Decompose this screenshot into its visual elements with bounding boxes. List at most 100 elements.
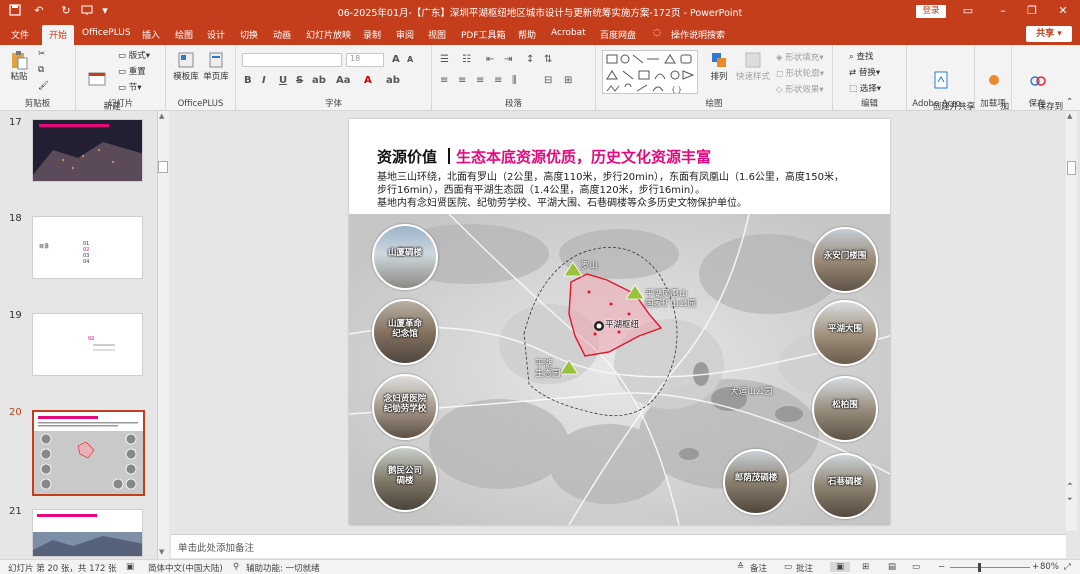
font-color-icon[interactable]: A <box>364 75 372 86</box>
slide-thumbnail-21[interactable] <box>32 509 143 557</box>
previous-slide-icon[interactable]: ⏶ <box>1067 480 1073 489</box>
scroll-up-icon[interactable]: ▲ <box>1067 112 1072 120</box>
text-direction-icon[interactable]: ⇅ <box>544 54 552 65</box>
scrollbar-thumb[interactable] <box>1067 161 1076 175</box>
line-spacing-icon[interactable]: ↕ <box>526 54 534 65</box>
arrange-button[interactable]: 排列 <box>704 50 734 82</box>
align-left-icon[interactable]: ≡ <box>440 75 448 86</box>
normal-view-icon[interactable]: ▣ <box>830 562 851 572</box>
photo-circle-shanxia-tower[interactable]: 山厦碉楼 <box>372 224 438 290</box>
shrink-font-icon[interactable]: A <box>407 55 413 64</box>
copy-icon[interactable]: ⧉ <box>38 65 44 75</box>
notes-pane[interactable]: 单击此处添加备注 <box>171 534 1066 558</box>
body-line-2[interactable]: 步行16min），西面有平湖生态园（1.4公里，高度120米，步行16min）。 <box>377 184 705 197</box>
collapse-ribbon-icon[interactable]: ⌃ <box>1066 97 1073 107</box>
bold-icon[interactable]: B <box>244 75 252 86</box>
thumbnail-scrollbar[interactable]: ▲ ▼ <box>158 111 169 559</box>
redo-icon[interactable]: ↻ <box>59 4 73 18</box>
present-icon[interactable] <box>80 4 94 18</box>
slide-subtitle[interactable]: 生态本底资源优质，历史文化资源丰富 <box>456 146 711 167</box>
tab-animations[interactable]: 动画 <box>273 28 291 41</box>
tab-pdf-toolbox[interactable]: PDF工具箱 <box>461 28 506 41</box>
slide[interactable]: 资源价值 生态本底资源优质，历史文化资源丰富 基地三山环绕，北面有罗山（2公里，… <box>349 119 890 525</box>
shape-outline-button[interactable]: ◻ 形状轮廓▾ <box>776 67 824 79</box>
quick-styles-button[interactable]: 快速样式 <box>734 50 772 82</box>
tab-slideshow[interactable]: 幻灯片放映 <box>306 28 351 41</box>
zoom-in-icon[interactable]: + <box>1032 562 1039 572</box>
tab-baidu-netdisk[interactable]: 百度网盘 <box>600 28 636 41</box>
align-text-icon[interactable]: ⊟ <box>544 75 552 86</box>
slide-title[interactable]: 资源价值 <box>377 146 437 167</box>
highlight-icon[interactable]: ab <box>386 75 400 86</box>
photo-circle-company-tower[interactable]: 鹅民公司 碉楼 <box>372 446 438 512</box>
slideshow-icon[interactable]: ▭ <box>912 562 920 572</box>
body-line-3[interactable]: 基地内有念妇贤医院、纪劬劳学校、平湖大围、石巷碉楼等众多历史文物保护单位。 <box>377 197 747 210</box>
zoom-level[interactable]: 80% <box>1040 562 1059 572</box>
tab-design[interactable]: 设计 <box>207 28 225 41</box>
scroll-up-icon[interactable]: ▲ <box>159 112 164 120</box>
zoom-slider-thumb[interactable] <box>978 563 981 572</box>
tab-record[interactable]: 录制 <box>363 28 381 41</box>
change-case-icon[interactable]: Aa <box>336 75 351 86</box>
slide-thumbnail-19[interactable]: 02 <box>32 313 143 376</box>
reset-button[interactable]: ▭ 重置 <box>118 65 146 77</box>
strikethrough-icon[interactable]: S <box>296 75 303 86</box>
comments-icon[interactable]: ▭ <box>784 562 792 572</box>
replace-button[interactable]: ⇄ 替换▾ <box>849 66 880 78</box>
template-library-button[interactable]: 模板库 <box>172 50 200 82</box>
customize-quick-access-icon[interactable]: ▾ <box>98 4 112 18</box>
font-name-input[interactable] <box>242 53 342 67</box>
next-slide-icon[interactable]: ⏷ <box>1067 495 1073 504</box>
bullets-icon[interactable]: ☰ <box>440 54 449 65</box>
comments-button[interactable]: 批注 <box>796 562 813 574</box>
undo-icon[interactable]: ↶ <box>32 4 46 18</box>
tab-insert[interactable]: 插入 <box>142 28 160 41</box>
select-button[interactable]: ⬚ 选择▾ <box>849 82 881 94</box>
minimize-icon[interactable]: – <box>995 3 1011 19</box>
char-spacing-icon[interactable]: ab <box>312 75 326 86</box>
smartart-icon[interactable]: ⊞ <box>564 75 572 86</box>
zoom-out-icon[interactable]: − <box>938 562 945 572</box>
justify-icon[interactable]: ≡ <box>494 75 502 86</box>
italic-icon[interactable]: I <box>262 75 266 86</box>
spellcheck-icon[interactable]: ▣ <box>126 562 134 572</box>
grow-font-icon[interactable]: A <box>392 54 400 65</box>
increase-indent-icon[interactable]: ⇥ <box>504 54 512 65</box>
site-map[interactable]: 罗山 平湖凤凰山 国家矿山公园 平湖枢纽 平湖 生态园 大运山公园 山厦碉楼 山… <box>349 213 890 525</box>
slide-thumbnail-17[interactable] <box>32 119 143 182</box>
underline-icon[interactable]: U <box>279 75 287 86</box>
shape-fill-button[interactable]: ◈ 形状填充▾ <box>776 51 824 63</box>
close-icon[interactable]: ✕ <box>1055 3 1071 19</box>
ribbon-display-icon[interactable]: ▭ <box>960 3 976 19</box>
zoom-slider[interactable] <box>950 563 1030 572</box>
body-line-1[interactable]: 基地三山环绕，北面有罗山（2公里，高度110米，步行20min），东面有凤凰山（… <box>377 171 844 184</box>
canvas-scrollbar[interactable]: ▲ ⏶ ⏷ <box>1066 111 1077 531</box>
format-painter-icon[interactable]: 🖌 <box>38 81 49 91</box>
photo-circle-langyinmao-tower[interactable]: 郎荫茂碉楼 <box>723 449 789 515</box>
tab-home[interactable]: 开始 <box>42 25 75 45</box>
login-button[interactable]: 登录 <box>916 5 946 18</box>
reading-view-icon[interactable]: ▤ <box>888 562 896 572</box>
photo-circle-songbai[interactable]: 松柏围 <box>812 376 878 442</box>
align-center-icon[interactable]: ≡ <box>458 75 466 86</box>
scrollbar-thumb[interactable] <box>158 161 168 173</box>
language-indicator[interactable]: 简体中文(中国大陆) <box>148 562 223 574</box>
notes-toggle-icon[interactable]: ≙ <box>737 562 744 572</box>
notes-button[interactable]: 备注 <box>750 562 767 574</box>
share-button[interactable]: 共享 ▾ <box>1026 26 1072 42</box>
tab-file[interactable]: 文件 <box>11 28 29 41</box>
slide-thumbnail-18[interactable]: 目录 01 02 03 04 <box>32 216 143 279</box>
restore-icon[interactable]: ❐ <box>1024 3 1040 19</box>
photo-circle-hospital-school[interactable]: 念妇贤医院 纪劬劳学校 <box>372 374 438 440</box>
tab-view[interactable]: 视图 <box>428 28 446 41</box>
shapes-gallery[interactable]: { } <box>602 50 698 94</box>
layout-button[interactable]: ▭ 版式▾ <box>118 49 150 61</box>
accessibility-status[interactable]: 辅助功能: 一切就绪 <box>246 562 320 574</box>
tab-review[interactable]: 审阅 <box>396 28 414 41</box>
tab-acrobat[interactable]: Acrobat <box>551 28 586 38</box>
tab-officeplus[interactable]: OfficePLUS <box>82 28 131 38</box>
find-button[interactable]: ⌕ 查找 <box>849 50 873 62</box>
photo-circle-revolution-museum[interactable]: 山厦革命 纪念馆 <box>372 299 438 365</box>
accessibility-icon[interactable]: ⚲ <box>233 562 239 572</box>
numbering-icon[interactable]: ☷ <box>462 54 471 65</box>
